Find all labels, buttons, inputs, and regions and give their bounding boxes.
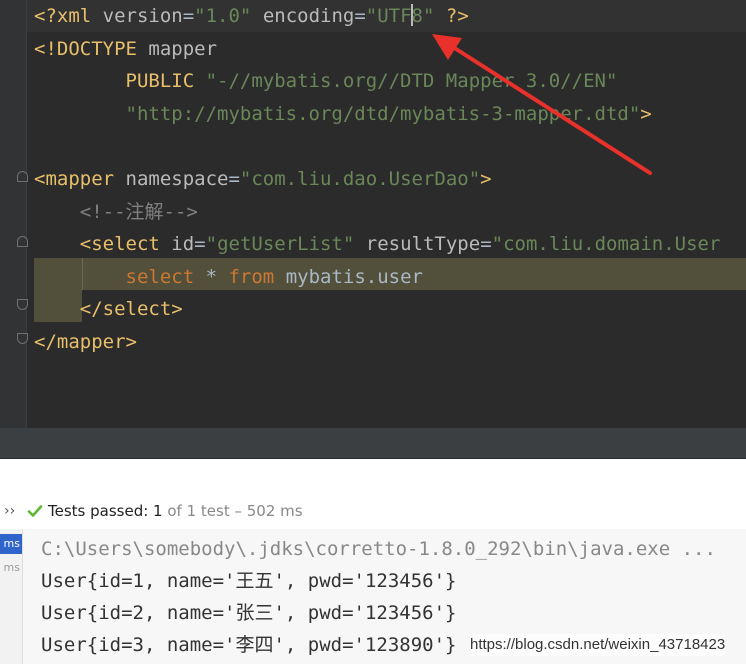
expand-more-button[interactable]: ›› xyxy=(4,500,15,522)
code-line: <select id="getUserList" resultType="com… xyxy=(34,228,721,260)
fold-marker-icon[interactable] xyxy=(17,236,28,247)
gutter-divider xyxy=(26,0,27,428)
code-token: PUBLIC xyxy=(34,70,206,92)
code-token: = xyxy=(182,5,195,27)
code-token: <mapper xyxy=(34,168,126,190)
code-editor[interactable]: <?xml version="1.0" encoding="UTF8" ?> <!… xyxy=(0,0,746,428)
code-token: </mapper> xyxy=(34,331,137,353)
code-line: <?xml version="1.0" encoding="UTF8" ?> xyxy=(34,0,469,32)
code-token: id xyxy=(171,233,195,255)
code-token: namespace xyxy=(125,168,229,190)
editor-gutter xyxy=(0,0,26,428)
status-count: 1 xyxy=(153,502,163,520)
status-detail: of 1 test – 502 ms xyxy=(162,502,303,520)
status-label: Tests passed: xyxy=(48,502,154,520)
check-icon xyxy=(27,505,43,517)
code-token: <select xyxy=(34,233,172,255)
code-token: = xyxy=(194,233,206,255)
code-token: = xyxy=(480,233,492,255)
console-line: User{id=3, name='李四', pwd='123890'} xyxy=(41,634,457,656)
code-token: encoding xyxy=(251,5,355,27)
code-token: * xyxy=(205,266,229,288)
code-token: <!DOCTYPE xyxy=(34,38,149,60)
code-token: = xyxy=(354,5,366,27)
fold-marker-icon[interactable] xyxy=(17,333,28,344)
test-status-text: Tests passed: 1 of 1 test – 502 ms xyxy=(48,500,303,522)
code-token: select xyxy=(34,266,206,288)
code-line: <!--注解--> xyxy=(34,196,198,228)
code-line: select * from mybatis.user xyxy=(34,261,423,293)
console-line: User{id=1, name='王五', pwd='123456'} xyxy=(41,570,457,592)
red-arrow-icon xyxy=(432,34,652,175)
test-tree-item-selected[interactable]: ms xyxy=(0,534,22,554)
code-line: </select> xyxy=(34,293,183,325)
code-line: </mapper> xyxy=(34,326,137,358)
code-token: mapper xyxy=(148,38,218,60)
test-tree-item[interactable]: ms xyxy=(0,559,22,577)
code-token: from xyxy=(228,266,286,288)
code-token: <?xml xyxy=(34,5,103,27)
code-token: "UTF xyxy=(365,5,412,27)
code-token: "1.0" xyxy=(194,5,252,27)
code-token: "com.liu.domain.User xyxy=(491,233,721,255)
code-token: mybatis.user xyxy=(285,266,423,288)
code-token: = xyxy=(228,168,240,190)
fold-marker-icon[interactable] xyxy=(17,171,28,182)
code-token: version xyxy=(102,5,183,27)
test-tree[interactable]: ms ms xyxy=(0,529,23,664)
code-token: </select> xyxy=(34,298,183,320)
code-token: ?> xyxy=(434,5,469,27)
console-line: C:\Users\somebody\.jdks\corretto-1.8.0_2… xyxy=(41,538,716,560)
fold-marker-icon[interactable] xyxy=(17,299,28,310)
console-line: User{id=2, name='张三', pwd='123456'} xyxy=(41,602,457,624)
code-token: <!--注解--> xyxy=(34,201,198,223)
code-token: "getUserList" xyxy=(205,233,355,255)
code-line: <!DOCTYPE mapper xyxy=(34,33,217,65)
code-token: resultType xyxy=(354,233,481,255)
watermark: https://blog.csdn.net/weixin_43718423 xyxy=(470,634,726,656)
code-token: 8" xyxy=(411,5,435,27)
editor-horizontal-scroll-area[interactable] xyxy=(0,428,746,458)
